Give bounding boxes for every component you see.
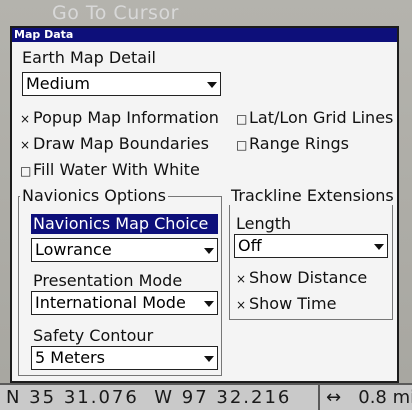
trackline-extensions-title: Trackline Extensions (229, 186, 396, 205)
distance-readout: ↔ 0.8 mi (326, 387, 412, 408)
checkbox-checked-icon: × (236, 298, 247, 312)
fill-water-white-label: Fill Water With White (33, 160, 200, 179)
chevron-down-icon (204, 356, 214, 362)
checkbox-checked-icon: × (20, 112, 31, 126)
fill-water-white-checkbox[interactable]: □ Fill Water With White (20, 160, 200, 179)
draw-map-boundaries-checkbox[interactable]: × Draw Map Boundaries (20, 134, 209, 153)
checkbox-unchecked-icon: □ (236, 138, 248, 152)
earth-map-detail-dropdown[interactable]: Medium (22, 72, 221, 96)
show-distance-checkbox[interactable]: × Show Distance (236, 268, 367, 287)
cursor-position-readout: N 35 31.076 W 97 32.216 (6, 387, 292, 408)
popup-map-information-label: Popup Map Information (33, 108, 219, 127)
chevron-down-icon (204, 248, 214, 254)
earth-map-detail-label: Earth Map Detail (22, 48, 156, 67)
status-divider (318, 385, 320, 410)
popup-map-information-checkbox[interactable]: × Popup Map Information (20, 108, 219, 127)
background-menu-title: Go To Cursor (52, 2, 179, 24)
trackline-length-value: Off (238, 236, 262, 255)
length-label: Length (236, 214, 292, 233)
range-rings-checkbox[interactable]: □ Range Rings (236, 134, 349, 153)
status-bar: N 35 31.076 W 97 32.216 ↔ 0.8 mi (0, 383, 412, 410)
navionics-map-choice-value: Lowrance (35, 240, 112, 259)
dialog-title: Map Data (12, 28, 397, 42)
trackline-length-dropdown[interactable]: Off (234, 234, 388, 258)
safety-contour-label: Safety Contour (33, 326, 154, 345)
show-time-label: Show Time (249, 294, 337, 313)
safety-contour-dropdown[interactable]: 5 Meters (31, 346, 218, 370)
show-distance-label: Show Distance (249, 268, 368, 287)
map-data-dialog: Map Data Earth Map Detail Medium × Popup … (10, 26, 399, 383)
navionics-options-title: Navionics Options (20, 186, 169, 205)
checkbox-unchecked-icon: □ (236, 112, 248, 126)
draw-map-boundaries-label: Draw Map Boundaries (33, 134, 209, 153)
presentation-mode-dropdown[interactable]: International Mode (31, 291, 218, 315)
earth-map-detail-value: Medium (26, 74, 90, 93)
presentation-mode-value: International Mode (35, 293, 186, 312)
safety-contour-value: 5 Meters (35, 348, 105, 367)
chevron-down-icon (204, 301, 214, 307)
checkbox-unchecked-icon: □ (20, 164, 32, 178)
checkbox-checked-icon: × (20, 138, 31, 152)
chevron-down-icon (374, 244, 384, 250)
show-time-checkbox[interactable]: × Show Time (236, 294, 336, 313)
range-rings-label: Range Rings (249, 134, 349, 153)
lat-lon-grid-lines-checkbox[interactable]: □ Lat/Lon Grid Lines (236, 108, 393, 127)
navionics-map-choice-label[interactable]: Navionics Map Choice (31, 214, 218, 234)
checkbox-checked-icon: × (236, 272, 247, 286)
lat-lon-grid-lines-label: Lat/Lon Grid Lines (249, 108, 394, 127)
chevron-down-icon (207, 82, 217, 88)
presentation-mode-label: Presentation Mode (33, 271, 183, 290)
navionics-map-choice-dropdown[interactable]: Lowrance (31, 238, 218, 262)
